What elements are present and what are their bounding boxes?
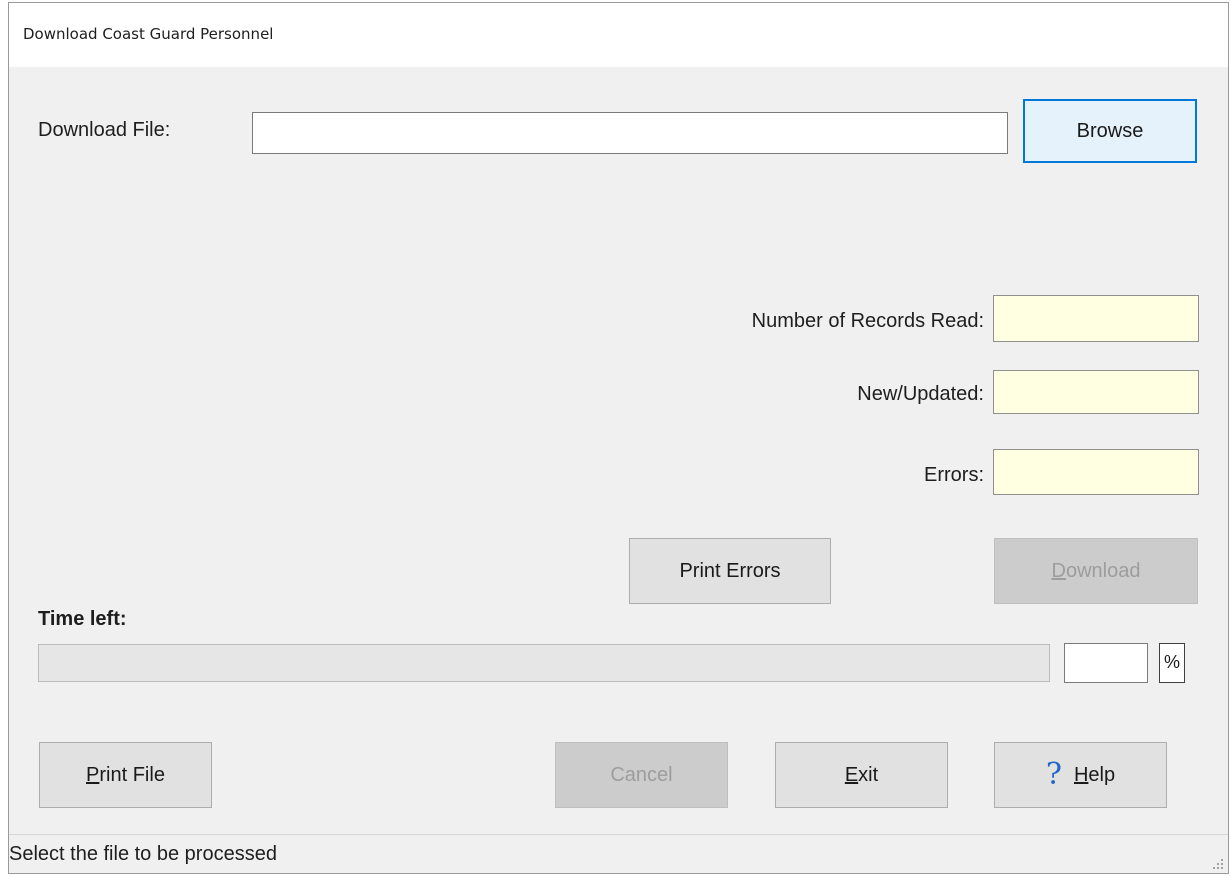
status-text: Select the file to be processed: [9, 843, 277, 865]
help-button-label: Help: [1073, 763, 1116, 786]
print-file-button[interactable]: Print File: [39, 742, 212, 808]
new-updated-label: New/Updated:: [857, 383, 984, 405]
resize-grip-icon[interactable]: [1210, 856, 1224, 870]
print-errors-button-label: Print Errors: [679, 559, 781, 582]
percent-field: [1064, 643, 1148, 683]
window-title: Download Coast Guard Personnel: [23, 25, 274, 43]
progress-bar: [38, 644, 1050, 682]
print-file-button-label: Print File: [86, 763, 165, 786]
records-read-field: [993, 295, 1199, 342]
dialog-window: Download Coast Guard Personnel Download …: [8, 2, 1229, 874]
help-icon: ?: [1045, 757, 1062, 792]
exit-button-label: Exit: [844, 763, 879, 786]
cancel-button-label: Cancel: [610, 763, 673, 786]
status-bar: Select the file to be processed: [9, 834, 1228, 873]
browse-button[interactable]: Browse: [1023, 99, 1197, 163]
errors-field: [993, 449, 1199, 495]
time-left-label: Time left:: [38, 608, 127, 630]
percent-symbol: %: [1159, 643, 1185, 683]
download-file-input[interactable]: [252, 112, 1008, 154]
cancel-button[interactable]: Cancel: [555, 742, 728, 808]
download-file-label: Download File:: [38, 119, 171, 141]
records-read-label: Number of Records Read:: [751, 310, 984, 332]
errors-label: Errors:: [924, 464, 984, 486]
download-button-label: Download: [1051, 559, 1141, 582]
download-button[interactable]: Download: [994, 538, 1198, 604]
new-updated-field: [993, 370, 1199, 414]
exit-button[interactable]: Exit: [775, 742, 948, 808]
title-bar: Download Coast Guard Personnel: [9, 3, 1228, 67]
print-errors-button[interactable]: Print Errors: [629, 538, 831, 604]
browse-button-label: Browse: [1076, 119, 1144, 142]
help-button[interactable]: ? Help: [994, 742, 1167, 808]
